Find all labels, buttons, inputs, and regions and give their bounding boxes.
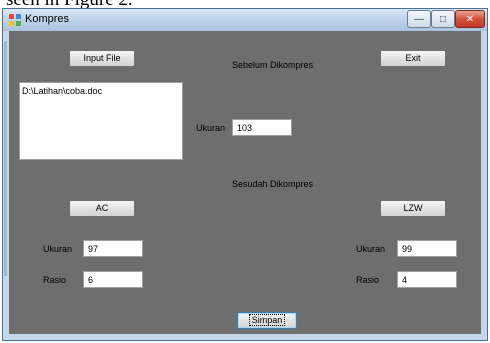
window-right-border: [481, 31, 487, 340]
lzw-button[interactable]: LZW: [380, 200, 446, 217]
caption-text: seen in Figure 2.: [6, 0, 133, 8]
before-size-field[interactable]: 103: [232, 119, 292, 136]
simpan-button[interactable]: Simpan: [237, 312, 297, 329]
close-button[interactable]: ✕: [455, 10, 485, 28]
lzw-size-field[interactable]: 99: [397, 240, 457, 257]
before-size-label: Ukuran: [196, 123, 226, 133]
maximize-button[interactable]: □: [431, 10, 455, 28]
simpan-label: Simpan: [248, 314, 286, 326]
ac-size-label: Ukuran: [43, 244, 73, 254]
lzw-ratio-label: Rasio: [356, 275, 380, 285]
before-heading: Sebelum Dikompres: [232, 60, 314, 70]
maximize-icon: □: [439, 13, 447, 25]
form-client-area: Input File Sebelum Dikompres Exit D:\Lat…: [9, 31, 481, 334]
exit-button[interactable]: Exit: [380, 50, 446, 67]
file-path-box[interactable]: D:\Latihan\coba.doc: [19, 82, 183, 160]
input-file-button[interactable]: Input File: [69, 50, 135, 67]
after-heading: Sesudah Dikompres: [232, 179, 314, 189]
ac-button[interactable]: AC: [69, 200, 135, 217]
lzw-ratio-field[interactable]: 4: [397, 271, 457, 288]
window-bottom-border: [3, 334, 487, 340]
minimize-icon: —: [414, 13, 424, 25]
app-icon: [9, 14, 21, 26]
page-caption: seen in Figure 2.: [0, 0, 490, 8]
lzw-size-label: Ukuran: [356, 244, 386, 254]
close-icon: ✕: [465, 13, 475, 25]
ac-ratio-label: Rasio: [43, 275, 67, 285]
title-bar[interactable]: Kompres — □ ✕: [3, 9, 487, 31]
ac-ratio-field[interactable]: 6: [83, 271, 143, 288]
minimize-button[interactable]: —: [407, 10, 431, 28]
kompres-window: Kompres — □ ✕ Input File Sebelum Dikompr…: [2, 8, 488, 341]
window-title: Kompres: [25, 13, 70, 25]
ac-size-field[interactable]: 97: [83, 240, 143, 257]
file-path-text: D:\Latihan\coba.doc: [22, 86, 103, 96]
